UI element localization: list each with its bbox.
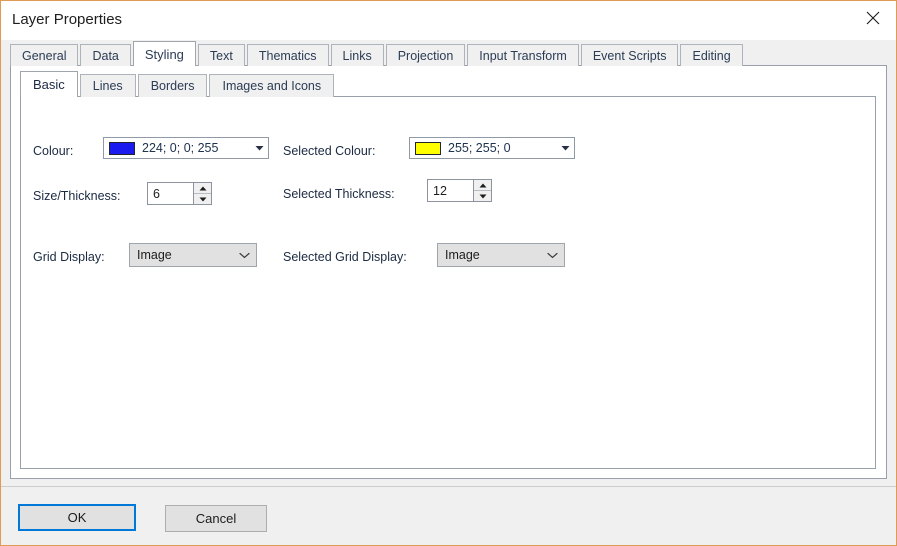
- tab-text[interactable]: Text: [197, 44, 245, 66]
- dialog-body: General Data Styling Text Thematics Link…: [1, 40, 896, 545]
- selected-colour-label: Selected Colour:: [283, 144, 376, 158]
- tab-borders[interactable]: Borders: [137, 74, 208, 97]
- spinner-up-icon[interactable]: [194, 183, 211, 194]
- tab-thematics[interactable]: Thematics: [246, 44, 329, 66]
- colour-combo[interactable]: 224; 0; 0; 255: [103, 137, 269, 159]
- selected-thickness-value: 12: [433, 183, 447, 198]
- tab-lines[interactable]: Lines: [79, 74, 136, 97]
- size-thickness-label: Size/Thickness:: [33, 189, 121, 203]
- size-thickness-value: 6: [153, 186, 160, 201]
- grid-display-combo[interactable]: Image: [129, 243, 257, 267]
- tab-basic[interactable]: Basic: [20, 71, 78, 97]
- grid-display-label: Grid Display:: [33, 250, 105, 264]
- selected-thickness-spinner[interactable]: 12: [427, 179, 492, 202]
- chevron-down-icon[interactable]: [540, 252, 564, 259]
- spinner-down-icon[interactable]: [194, 194, 211, 204]
- tab-projection[interactable]: Projection: [385, 44, 466, 66]
- tab-data[interactable]: Data: [80, 44, 131, 66]
- basic-panel: Colour: 224; 0; 0; 255 Selected Colour: …: [20, 96, 876, 469]
- basic-form: Colour: 224; 0; 0; 255 Selected Colour: …: [21, 97, 875, 468]
- tab-label: General: [22, 48, 67, 63]
- title-bar: Layer Properties: [1, 1, 896, 40]
- styling-sub-tab-bar: Basic Lines Borders Images and Icons: [20, 71, 877, 97]
- styling-panel: Basic Lines Borders Images and Icons Col…: [10, 65, 887, 479]
- dialog-footer: OK Cancel: [1, 486, 896, 545]
- close-icon[interactable]: [850, 1, 896, 34]
- tab-label: Lines: [92, 79, 123, 93]
- chevron-down-icon[interactable]: [232, 252, 256, 259]
- tab-label: Projection: [397, 48, 454, 63]
- tab-input-transform[interactable]: Input Transform: [467, 44, 579, 66]
- tab-label: Styling: [144, 46, 184, 62]
- layer-properties-dialog: Layer Properties General Data Styling Te…: [0, 0, 897, 546]
- tab-label: Editing: [692, 48, 731, 63]
- tab-editing[interactable]: Editing: [680, 44, 743, 66]
- selected-grid-display-label: Selected Grid Display:: [283, 250, 407, 264]
- tab-label: Text: [209, 48, 233, 63]
- tab-general[interactable]: General: [10, 44, 79, 66]
- tab-event-scripts[interactable]: Event Scripts: [580, 44, 679, 66]
- chevron-down-solid-icon[interactable]: [556, 138, 574, 158]
- selected-grid-display-combo[interactable]: Image: [437, 243, 565, 267]
- tab-label: Basic: [33, 77, 65, 92]
- selected-thickness-label: Selected Thickness:: [283, 187, 395, 201]
- colour-swatch: [109, 141, 135, 155]
- colour-label: Colour:: [33, 144, 74, 158]
- tab-label: Links: [342, 48, 372, 63]
- size-thickness-spinner[interactable]: 6: [147, 182, 212, 205]
- spinner-down-icon[interactable]: [474, 191, 491, 201]
- tab-label: Images and Icons: [222, 79, 322, 93]
- main-tab-bar: General Data Styling Text Thematics Link…: [10, 41, 887, 66]
- colour-value: 224; 0; 0; 255: [142, 141, 219, 155]
- cancel-button[interactable]: Cancel: [165, 505, 267, 532]
- window-title: Layer Properties: [12, 11, 123, 28]
- chevron-down-solid-icon[interactable]: [250, 138, 268, 158]
- spinner-up-icon[interactable]: [474, 180, 491, 191]
- selected-colour-combo[interactable]: 255; 255; 0: [409, 137, 575, 159]
- selected-grid-display-value: Image: [445, 248, 480, 262]
- tab-styling[interactable]: Styling: [132, 41, 196, 66]
- tab-links[interactable]: Links: [330, 44, 384, 66]
- tab-label: Event Scripts: [592, 48, 667, 63]
- tab-label: Data: [92, 48, 119, 63]
- selected-colour-value: 255; 255; 0: [448, 141, 511, 155]
- tab-label: Borders: [150, 79, 195, 93]
- selected-colour-swatch: [415, 141, 441, 155]
- spinner-buttons: [473, 180, 491, 201]
- ok-button[interactable]: OK: [18, 504, 136, 531]
- tab-label: Thematics: [258, 48, 317, 63]
- tab-images-and-icons[interactable]: Images and Icons: [209, 74, 335, 97]
- spinner-buttons: [193, 183, 211, 204]
- tab-label: Input Transform: [479, 48, 567, 63]
- grid-display-value: Image: [137, 248, 172, 262]
